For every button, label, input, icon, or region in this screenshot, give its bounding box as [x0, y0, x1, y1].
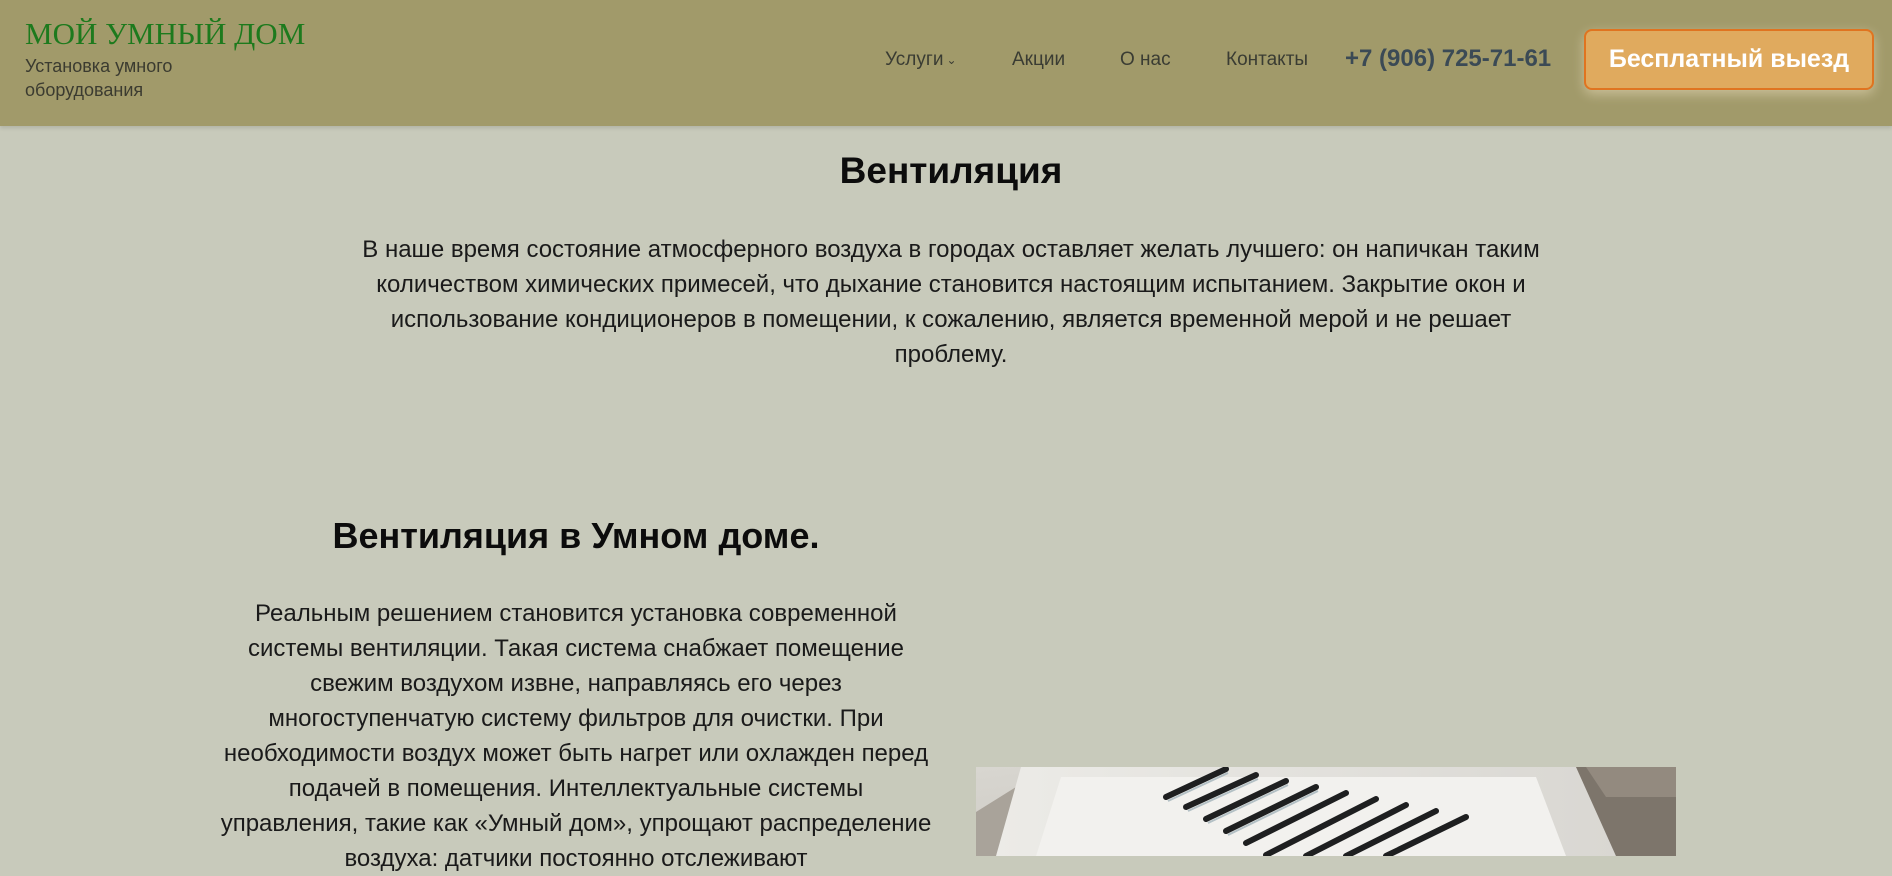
nav-item-services[interactable]: Услуги ⌄ — [885, 49, 957, 71]
section-paragraph: Реальным решением становится установка с… — [220, 600, 932, 872]
chevron-down-icon: ⌄ — [946, 53, 957, 67]
nav-item-promotions[interactable]: Акции — [1012, 49, 1065, 71]
nav-item-contacts[interactable]: Контакты — [1226, 49, 1308, 71]
site-tagline: Установка умного оборудования — [25, 56, 173, 100]
site-header: МОЙ УМНЫЙ ДОМ Установка умного оборудова… — [0, 0, 1892, 126]
intro-paragraph: В наше время состояние атмосферного возд… — [362, 236, 1540, 368]
ventilation-grille-photo — [976, 767, 1676, 856]
phone-link[interactable]: +7 (906) 725-71-61 — [1345, 45, 1551, 73]
brand: МОЙ УМНЫЙ ДОМ Установка умного оборудова… — [25, 16, 305, 102]
ventilation-grille-image — [976, 767, 1676, 856]
nav-item-label: Услуги — [885, 49, 944, 70]
free-visit-button[interactable]: Бесплатный выезд — [1584, 29, 1874, 90]
section-title: Вентиляция в Умном доме. — [332, 515, 820, 556]
nav-item-about[interactable]: О нас — [1120, 49, 1171, 71]
page-title: Вентиляция — [839, 150, 1063, 191]
site-logo-title[interactable]: МОЙ УМНЫЙ ДОМ — [25, 16, 305, 52]
